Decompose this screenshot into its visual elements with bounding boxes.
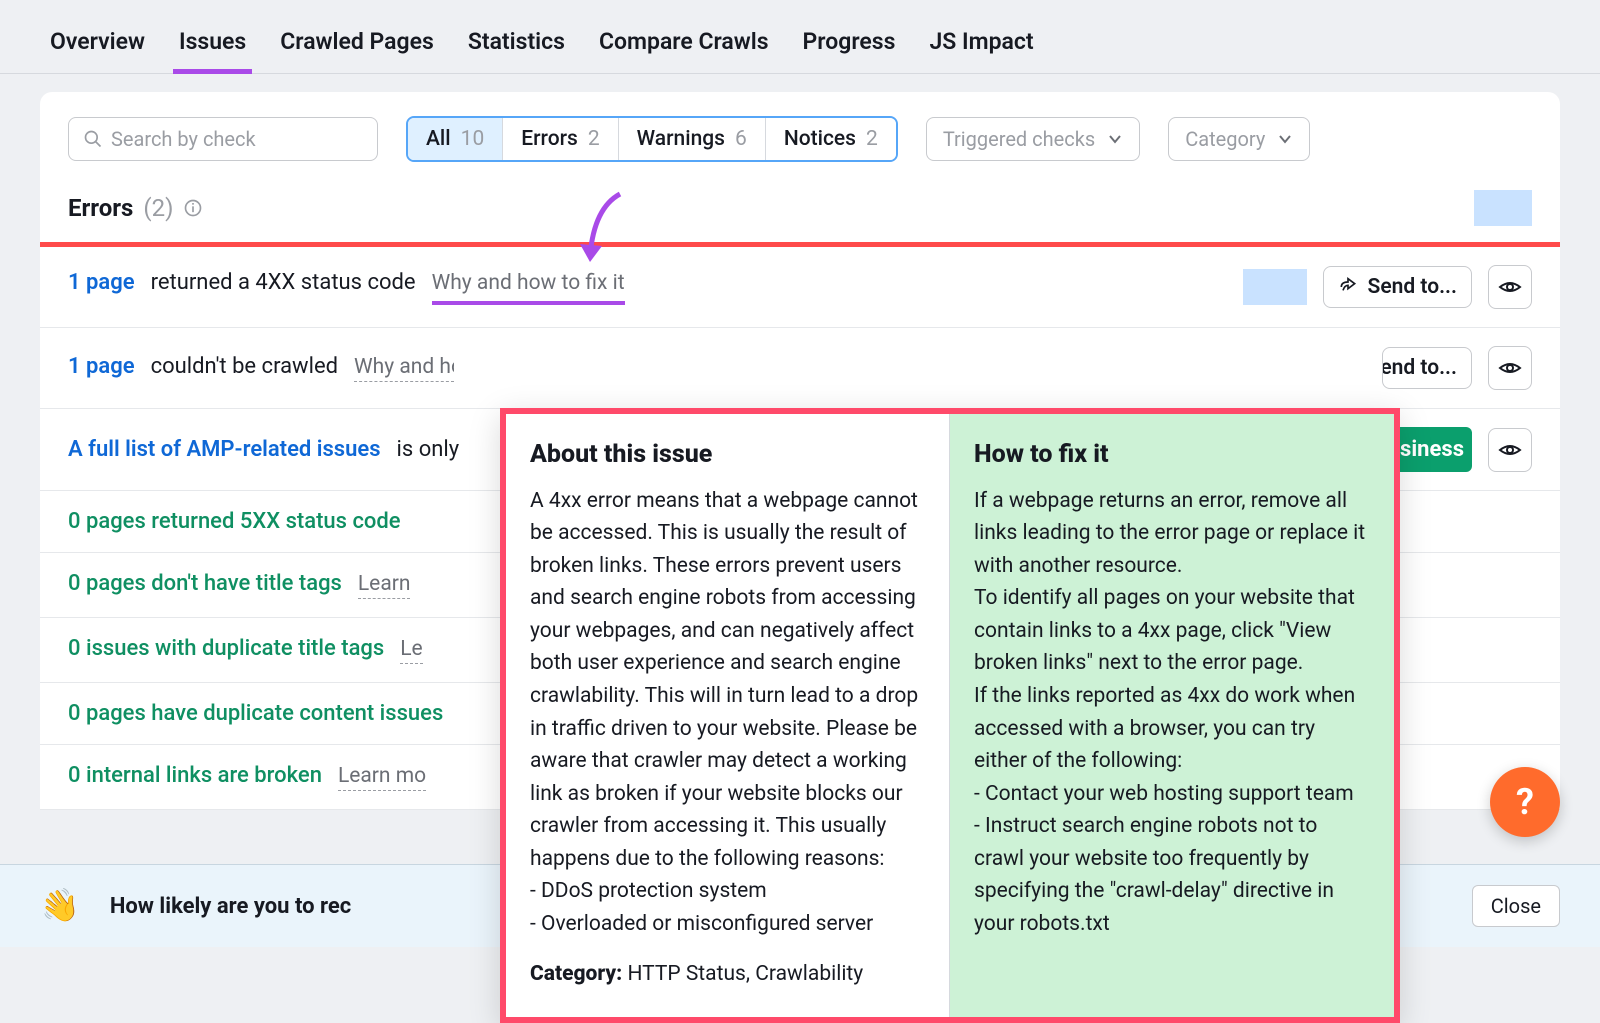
triggered-checks-dropdown[interactable]: Triggered checks (926, 117, 1140, 161)
why-link[interactable]: Le (400, 637, 422, 664)
search-input[interactable]: Search by check (68, 117, 378, 161)
issue-link[interactable]: A full list of AMP-related issues (68, 437, 381, 462)
section-count: (2) (143, 194, 173, 222)
issue-row[interactable]: 1 page returned a 4XX status code Why an… (40, 247, 1560, 328)
issue-link[interactable]: 0 pages don't have title tags (68, 571, 342, 596)
search-placeholder: Search by check (111, 127, 256, 151)
category-line: Category: HTTP Status, Crawlability (530, 958, 925, 991)
eye-icon (1498, 356, 1522, 380)
help-button[interactable]: ? (1490, 767, 1560, 837)
tab-js-impact[interactable]: JS Impact (919, 18, 1043, 73)
issue-link[interactable]: 0 pages have duplicate content issues (68, 701, 443, 726)
wave-icon: 👋 (37, 884, 83, 928)
why-link[interactable]: Why and how to fix it (354, 355, 454, 382)
about-column: About this issue A 4xx error means that … (506, 414, 950, 1017)
tab-issues[interactable]: Issues (169, 18, 256, 73)
eye-icon (1498, 438, 1522, 462)
survey-close-button[interactable]: Close (1472, 885, 1560, 927)
preview-button[interactable] (1488, 428, 1532, 472)
tab-crawled-pages[interactable]: Crawled Pages (270, 18, 444, 73)
section-title: Errors (68, 194, 133, 222)
filter-group: All 10 Errors 2 Warnings 6 Notices 2 (406, 116, 898, 162)
fix-body: If a webpage returns an error, remove al… (974, 485, 1370, 941)
survey-text: How likely are you to rec (110, 894, 351, 919)
filters-row: Search by check All 10 Errors 2 Warnings… (40, 116, 1560, 180)
about-title: About this issue (530, 436, 925, 475)
issue-text: couldn't be crawled (151, 354, 338, 379)
send-to-button[interactable]: Send to... (1323, 266, 1472, 308)
share-arrow-icon (1338, 277, 1358, 297)
fix-column: How to fix it If a webpage returns an er… (950, 414, 1394, 1017)
main-tabs: Overview Issues Crawled Pages Statistics… (0, 0, 1600, 74)
why-link[interactable]: Learn (358, 572, 411, 599)
send-to-button[interactable]: Send to... (1382, 347, 1472, 389)
filter-all[interactable]: All 10 (408, 118, 503, 160)
tab-compare-crawls[interactable]: Compare Crawls (589, 18, 779, 73)
why-link[interactable]: Learn mo (338, 764, 426, 791)
issue-link[interactable]: 0 issues with duplicate title tags (68, 636, 384, 661)
chevron-down-icon (1107, 131, 1123, 147)
preview-button[interactable] (1488, 346, 1532, 390)
eye-icon (1498, 275, 1522, 299)
why-link[interactable]: Why and how to fix it (432, 271, 625, 305)
section-header: Errors (2) (40, 180, 1560, 242)
issue-tooltip: About this issue A 4xx error means that … (500, 408, 1400, 1023)
filter-warnings[interactable]: Warnings 6 (619, 118, 766, 160)
search-icon (83, 129, 103, 149)
chevron-down-icon (1277, 131, 1293, 147)
category-dropdown[interactable]: Category (1168, 117, 1310, 161)
issue-link[interactable]: 0 internal links are broken (68, 763, 322, 788)
about-body: A 4xx error means that a webpage cannot … (530, 485, 925, 941)
fix-title: How to fix it (974, 436, 1370, 475)
highlight-bar (1474, 190, 1532, 226)
issue-link[interactable]: 0 pages returned 5XX status code (68, 509, 401, 534)
issue-text: is only (397, 437, 460, 462)
filter-notices[interactable]: Notices 2 (766, 118, 896, 160)
issue-link[interactable]: 1 page (68, 354, 135, 379)
tab-overview[interactable]: Overview (40, 18, 155, 73)
row-highlight (1243, 269, 1307, 305)
filter-errors[interactable]: Errors 2 (503, 118, 618, 160)
issue-row[interactable]: 1 page couldn't be crawled Why and how t… (40, 328, 1560, 409)
preview-button[interactable] (1488, 265, 1532, 309)
tab-progress[interactable]: Progress (793, 18, 906, 73)
info-icon[interactable] (183, 198, 203, 218)
tab-statistics[interactable]: Statistics (458, 18, 575, 73)
panel: Search by check All 10 Errors 2 Warnings… (40, 92, 1560, 810)
issue-link[interactable]: 1 page (68, 270, 135, 295)
issue-text: returned a 4XX status code (151, 270, 416, 295)
